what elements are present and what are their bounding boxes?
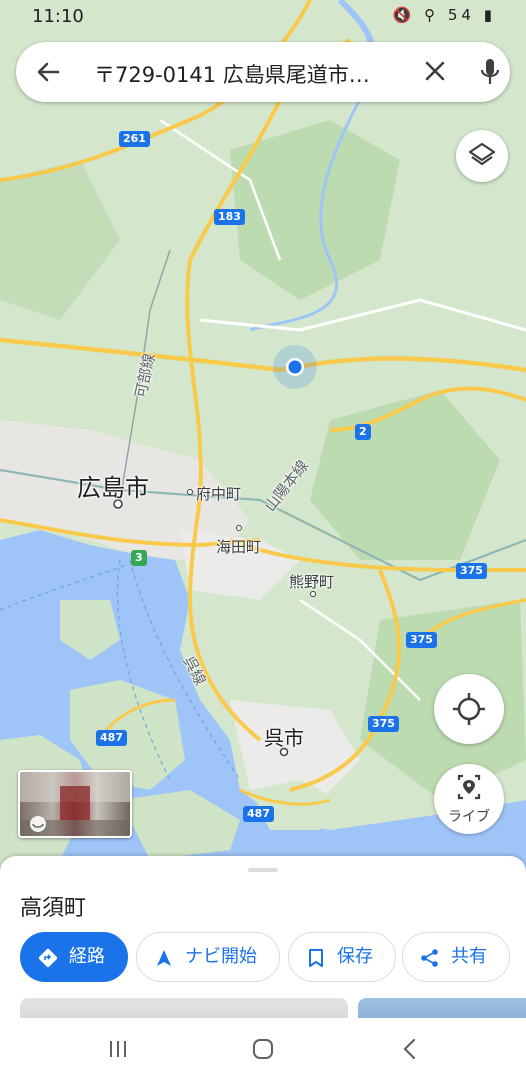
status-icons: 🔇 ⚲ 54 ▮ [392,6,496,24]
layers-button[interactable] [456,130,508,182]
street-view-image [20,772,130,836]
status-time: 11:10 [32,6,84,27]
save-button[interactable]: 保存 [288,932,396,982]
live-view-label: ライブ [448,809,490,825]
live-view-button[interactable]: ライブ [434,764,504,834]
my-location-button[interactable] [434,674,504,744]
map-label-kumano[interactable]: 熊野町 [289,571,334,592]
map-label-kure[interactable]: 呉市 [264,722,304,751]
layers-icon [468,142,496,166]
route-shield: 487 [243,806,274,822]
route-shield: 3 [131,550,147,566]
microphone-icon[interactable] [480,56,500,88]
share-label: 共有 [451,946,487,967]
route-shield: 261 [119,131,150,147]
share-icon [421,949,438,967]
back-arrow-icon[interactable] [34,56,62,88]
route-shield: 487 [96,730,127,746]
bookmark-icon [309,949,323,967]
route-shield: 375 [406,632,437,648]
back-icon[interactable] [390,1034,430,1064]
home-icon[interactable] [243,1034,283,1064]
route-shield: 375 [456,563,487,579]
clear-search-icon[interactable] [420,54,450,88]
route-shield: 375 [368,716,399,732]
live-view-icon [457,774,481,800]
share-button[interactable]: 共有 [402,932,510,982]
system-navigation-bar [0,1018,526,1080]
map-label-kaita[interactable]: 海田町 [216,536,261,557]
start-navigation-button[interactable]: ナビ開始 [136,932,280,982]
directions-label: 経路 [69,946,105,967]
crosshair-icon [453,693,485,725]
search-bar[interactable]: 〒729-0141 広島県尾道市… [16,42,510,102]
directions-button[interactable]: 経路 [20,932,128,982]
place-title: 高須町 [20,896,87,921]
sheet-drag-handle[interactable] [248,868,278,872]
status-bar: 11:10 🔇 ⚲ 54 ▮ [0,0,526,32]
search-query-text[interactable]: 〒729-0141 広島県尾道市… [94,59,394,89]
street-view-thumbnail[interactable] [18,770,132,838]
start-navigation-label: ナビ開始 [185,946,257,967]
route-shield: 2 [355,424,371,440]
route-shield: 183 [214,209,245,225]
navigation-arrow-icon [157,950,171,966]
recent-apps-icon[interactable] [98,1034,138,1064]
save-label: 保存 [337,946,373,967]
map-label-hiroshima[interactable]: 広島市 [77,468,149,503]
map-label-fuchu[interactable]: 府中町 [196,483,241,504]
directions-icon [38,948,58,968]
place-bottom-sheet[interactable]: 高須町 経路 ナビ開始 保存 共有 [0,856,526,1024]
